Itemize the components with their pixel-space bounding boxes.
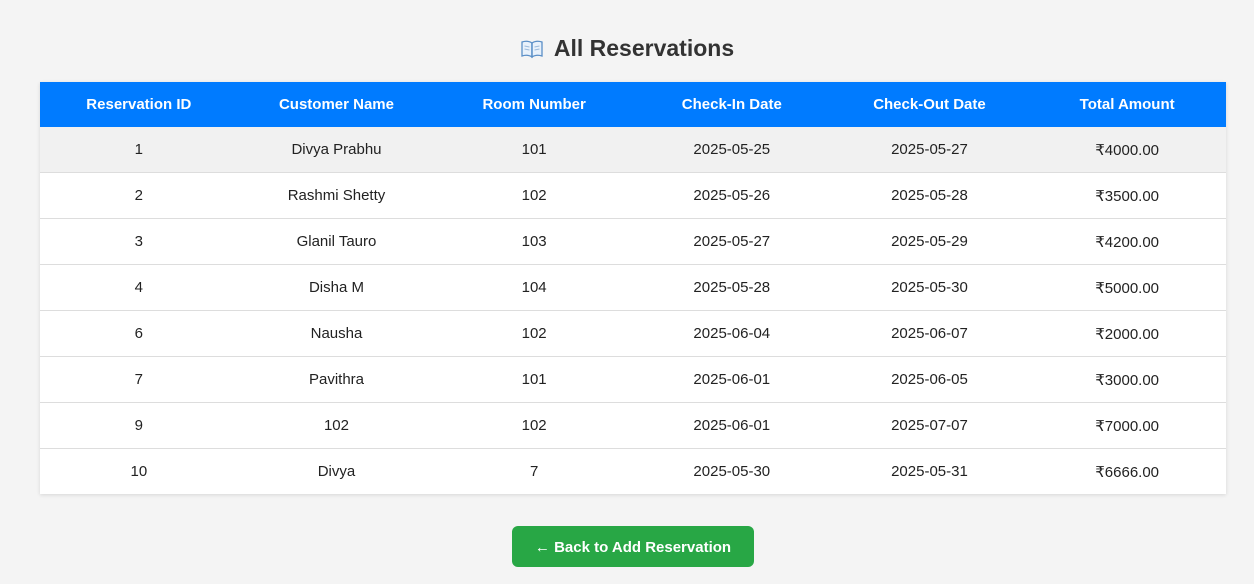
check-in-date-cell: 2025-06-04 [632,310,831,357]
table-row: 6 Nausha 102 2025-06-04 2025-06-07 ₹2000… [40,310,1226,357]
total-amount-cell: ₹4000.00 [1028,127,1226,173]
total-amount-cell: ₹2000.00 [1028,310,1226,357]
check-out-date-cell: 2025-05-30 [830,264,1029,311]
customer-name-cell: Nausha [237,310,436,357]
room-number-cell: 101 [435,356,633,403]
check-in-date-cell: 2025-05-30 [632,448,831,494]
reservation-id-cell: 2 [40,172,238,219]
room-number-cell: 7 [435,448,633,494]
customer-name-cell: Rashmi Shetty [237,172,436,219]
reservation-id-cell: 10 [40,448,238,494]
table-header-row: Reservation ID Customer Name Room Number… [40,82,1226,127]
reservations-table-container: Reservation ID Customer Name Room Number… [40,82,1226,494]
column-header-reservation-id: Reservation ID [40,82,238,127]
column-header-check-in-date: Check-In Date [632,82,831,127]
table-row: 9 102 102 2025-06-01 2025-07-07 ₹7000.00 [40,402,1226,449]
check-out-date-cell: 2025-05-28 [830,172,1029,219]
check-in-date-cell: 2025-06-01 [632,402,831,449]
reservation-id-cell: 3 [40,218,238,265]
reservations-table: Reservation ID Customer Name Room Number… [40,82,1226,494]
table-row: 1 Divya Prabhu 101 2025-05-25 2025-05-27… [40,127,1226,173]
table-row: 3 Glanil Tauro 103 2025-05-27 2025-05-29… [40,218,1226,265]
table-row: 2 Rashmi Shetty 102 2025-05-26 2025-05-2… [40,172,1226,219]
total-amount-cell: ₹3500.00 [1028,172,1226,219]
room-number-cell: 102 [435,310,633,357]
check-out-date-cell: 2025-05-27 [830,127,1029,173]
check-out-date-cell: 2025-06-07 [830,310,1029,357]
customer-name-cell: Pavithra [237,356,436,403]
page-title-row: All Reservations [0,32,1254,64]
check-out-date-cell: 2025-05-29 [830,218,1029,265]
room-number-cell: 102 [435,172,633,219]
customer-name-cell: Disha M [237,264,436,311]
check-in-date-cell: 2025-05-26 [632,172,831,219]
open-book-icon [520,35,544,59]
total-amount-cell: ₹7000.00 [1028,402,1226,449]
back-to-add-reservation-button[interactable]: ← Back to Add Reservation [512,526,754,567]
check-in-date-cell: 2025-06-01 [632,356,831,403]
total-amount-cell: ₹4200.00 [1028,218,1226,265]
customer-name-cell: Divya [237,448,436,494]
room-number-cell: 103 [435,218,633,265]
total-amount-cell: ₹6666.00 [1028,448,1226,494]
check-in-date-cell: 2025-05-25 [632,127,831,173]
check-out-date-cell: 2025-05-31 [830,448,1029,494]
customer-name-cell: Divya Prabhu [237,127,436,173]
reservation-id-cell: 4 [40,264,238,311]
page-title: All Reservations [553,35,735,61]
customer-name-cell: 102 [237,402,436,449]
room-number-cell: 101 [435,127,633,173]
column-header-check-out-date: Check-Out Date [830,82,1029,127]
table-row: 7 Pavithra 101 2025-06-01 2025-06-05 ₹30… [40,356,1226,403]
reservation-id-cell: 6 [40,310,238,357]
column-header-total-amount: Total Amount [1028,82,1226,127]
check-in-date-cell: 2025-05-28 [632,264,831,311]
room-number-cell: 102 [435,402,633,449]
check-out-date-cell: 2025-06-05 [830,356,1029,403]
column-header-customer-name: Customer Name [237,82,436,127]
page: All Reservations Reservation ID Customer… [0,0,1254,584]
reservation-id-cell: 9 [40,402,238,449]
check-in-date-cell: 2025-05-27 [632,218,831,265]
table-row: 10 Divya 7 2025-05-30 2025-05-31 ₹6666.0… [40,448,1226,494]
total-amount-cell: ₹3000.00 [1028,356,1226,403]
total-amount-cell: ₹5000.00 [1028,264,1226,311]
column-header-room-number: Room Number [435,82,633,127]
room-number-cell: 104 [435,264,633,311]
check-out-date-cell: 2025-07-07 [830,402,1029,449]
customer-name-cell: Glanil Tauro [237,218,436,265]
table-row: 4 Disha M 104 2025-05-28 2025-05-30 ₹500… [40,264,1226,311]
reservation-id-cell: 1 [40,127,238,173]
reservation-id-cell: 7 [40,356,238,403]
